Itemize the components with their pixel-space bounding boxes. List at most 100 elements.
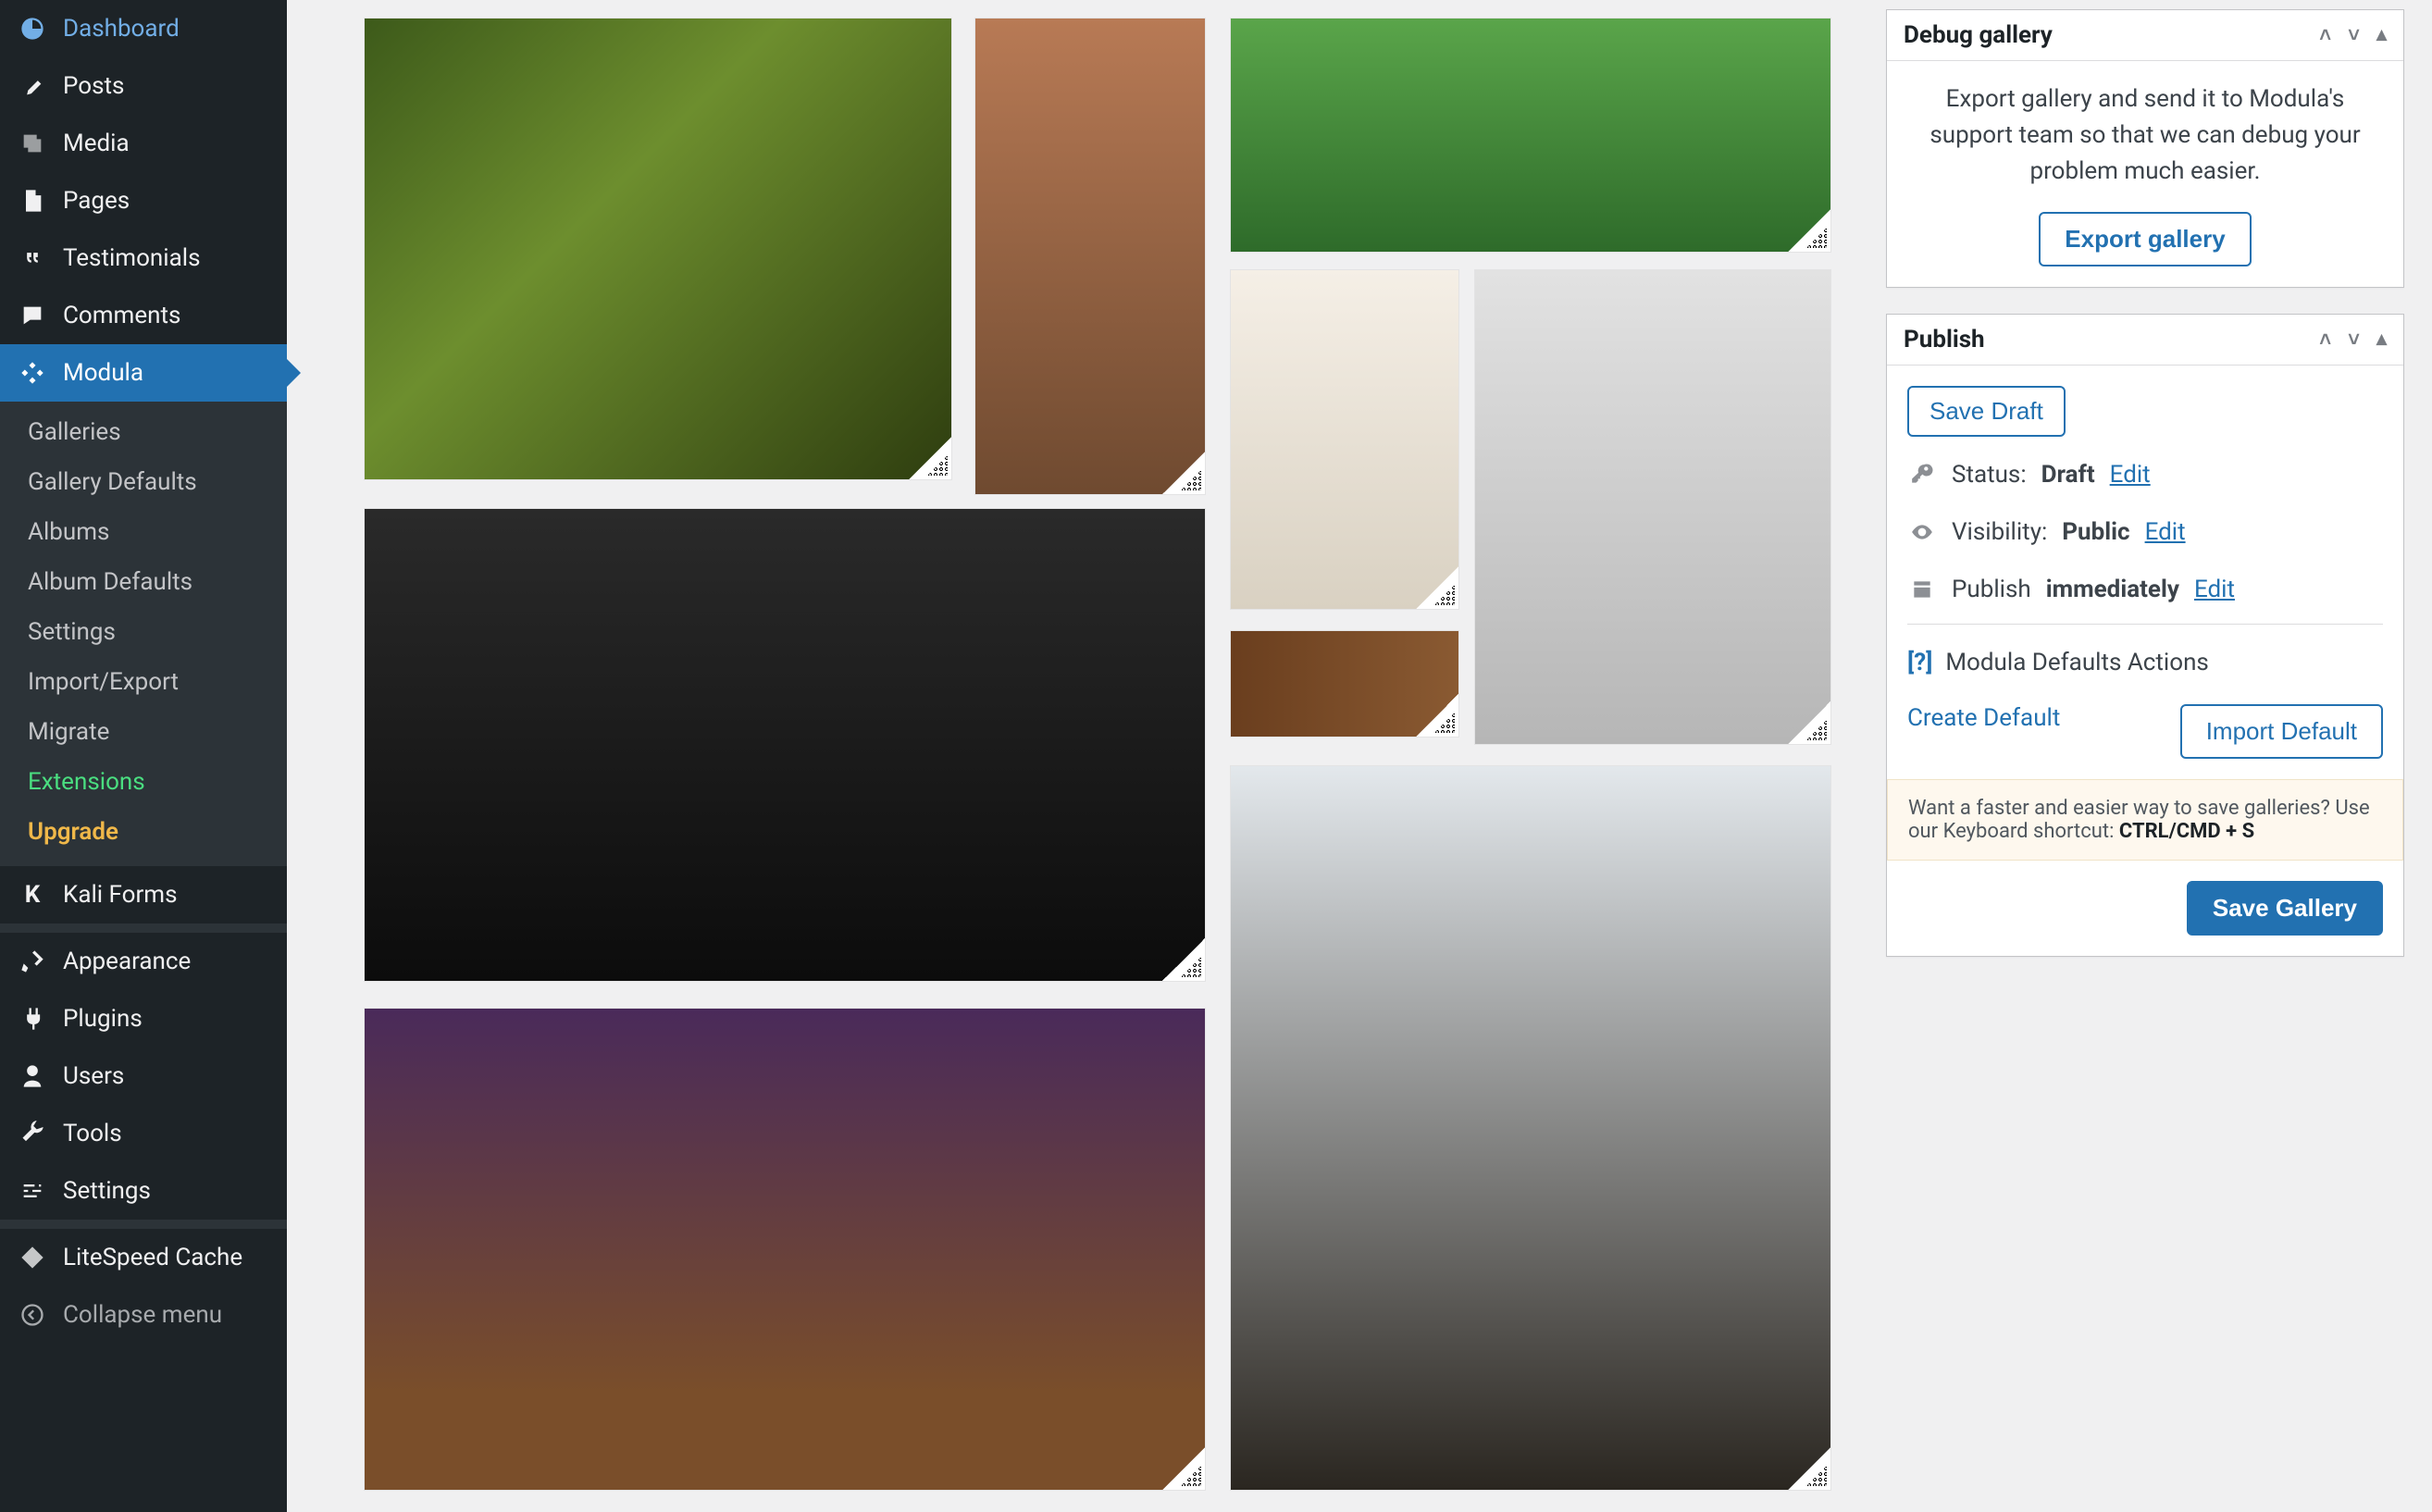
sidebar-label: Pages [63, 187, 130, 215]
media-icon [17, 128, 48, 159]
key-icon [1907, 463, 1937, 487]
publish-title: Publish [1904, 326, 1985, 353]
eye-icon [1907, 520, 1937, 544]
collapse-icon [17, 1299, 48, 1331]
schedule-row: Publish immediately Edit [1907, 561, 2383, 618]
sidebar-item-kali-forms[interactable]: K Kali Forms [0, 866, 287, 923]
status-label: Status: [1952, 461, 2027, 489]
panel-toggle-icon[interactable]: ▴ [2376, 23, 2387, 47]
sidebar-item-plugins[interactable]: Plugins [0, 990, 287, 1047]
sidebar-label: Appearance [63, 948, 191, 975]
panel-move-down-icon[interactable]: ˅ [2348, 328, 2360, 352]
sidebar-item-settings[interactable]: Settings [0, 1162, 287, 1220]
admin-sidebar: Dashboard Posts Media Pages Testimonials… [0, 0, 287, 1512]
visibility-value: Public [2062, 518, 2129, 546]
debug-text: Export gallery and send it to Modula's s… [1907, 81, 2383, 190]
sidebar-label: Testimonials [63, 244, 200, 272]
resize-handle-icon[interactable] [1788, 1447, 1830, 1490]
sidebar-label: Dashboard [63, 15, 180, 43]
panel-move-up-icon[interactable]: ˄ [2319, 23, 2331, 47]
gallery-image[interactable] [1231, 766, 1830, 1490]
defaults-title: Modula Defaults Actions [1945, 649, 2209, 676]
resize-handle-icon[interactable] [1162, 938, 1205, 981]
resize-handle-icon[interactable] [1416, 694, 1458, 737]
gallery-image[interactable] [975, 19, 1205, 494]
sidebar-item-appearance[interactable]: Appearance [0, 933, 287, 990]
submenu-upgrade[interactable]: Upgrade [0, 807, 287, 857]
sidebar-label: Users [63, 1062, 124, 1090]
sidebar-item-users[interactable]: Users [0, 1047, 287, 1105]
submenu-settings[interactable]: Settings [0, 607, 287, 657]
sidebar-submenu: Galleries Gallery Defaults Albums Album … [0, 402, 287, 866]
submenu-album-defaults[interactable]: Album Defaults [0, 557, 287, 607]
gallery-image[interactable] [1231, 270, 1458, 609]
sidebar-item-pages[interactable]: Pages [0, 172, 287, 229]
submenu-gallery-defaults[interactable]: Gallery Defaults [0, 457, 287, 507]
sidebar-collapse[interactable]: Collapse menu [0, 1286, 287, 1344]
sidebar-label: Settings [63, 1177, 151, 1205]
import-default-button[interactable]: Import Default [2180, 704, 2383, 759]
help-icon[interactable]: [?] [1907, 649, 1932, 676]
sidebar-item-modula[interactable]: Modula [0, 344, 287, 402]
gallery-preview [342, 0, 1858, 1512]
gallery-image[interactable] [365, 1009, 1205, 1490]
sidebar-label: Posts [63, 72, 124, 100]
gallery-image[interactable] [365, 509, 1205, 981]
quote-icon [17, 242, 48, 274]
status-edit-link[interactable]: Edit [2110, 461, 2151, 489]
resize-handle-icon[interactable] [1416, 566, 1458, 609]
resize-handle-icon[interactable] [909, 437, 951, 479]
sidebar-item-dashboard[interactable]: Dashboard [0, 0, 287, 57]
gallery-image[interactable] [365, 19, 951, 479]
user-icon [17, 1060, 48, 1092]
sidebar-label: Tools [63, 1120, 122, 1147]
submenu-extensions[interactable]: Extensions [0, 757, 287, 807]
sidebar-label: Modula [63, 359, 143, 387]
sidebar-item-tools[interactable]: Tools [0, 1105, 287, 1162]
sidebar-item-comments[interactable]: Comments [0, 287, 287, 344]
visibility-label: Visibility: [1952, 518, 2047, 546]
resize-handle-icon[interactable] [1162, 1447, 1205, 1490]
shortcut-hint: Want a faster and easier way to save gal… [1887, 779, 2403, 861]
plug-icon [17, 1003, 48, 1035]
brush-icon [17, 946, 48, 977]
hint-shortcut: CTRL/CMD + S [2119, 820, 2254, 843]
sidebar-item-media[interactable]: Media [0, 115, 287, 172]
calendar-icon [1907, 577, 1937, 601]
sliders-icon [17, 1175, 48, 1207]
sidebar-item-litespeed[interactable]: LiteSpeed Cache [0, 1229, 287, 1286]
sidebar-label: LiteSpeed Cache [63, 1244, 242, 1271]
sidebar-item-testimonials[interactable]: Testimonials [0, 229, 287, 287]
gallery-image[interactable] [1475, 270, 1830, 744]
sidebar-label: Collapse menu [63, 1301, 222, 1329]
panel-move-down-icon[interactable]: ˅ [2348, 23, 2360, 47]
k-icon: K [17, 879, 48, 911]
visibility-row: Visibility: Public Edit [1907, 503, 2383, 561]
export-gallery-button[interactable]: Export gallery [2039, 212, 2251, 266]
schedule-value: immediately [2046, 576, 2179, 603]
sidebar-label: Media [63, 130, 130, 157]
save-draft-button[interactable]: Save Draft [1907, 386, 2066, 437]
gallery-image[interactable] [1231, 631, 1458, 737]
submenu-albums[interactable]: Albums [0, 507, 287, 557]
visibility-edit-link[interactable]: Edit [2145, 518, 2186, 546]
gallery-image[interactable] [1231, 19, 1830, 252]
resize-handle-icon[interactable] [1788, 701, 1830, 744]
resize-handle-icon[interactable] [1788, 209, 1830, 252]
sidebar-item-posts[interactable]: Posts [0, 57, 287, 115]
status-value: Draft [2041, 461, 2095, 489]
create-default-link[interactable]: Create Default [1907, 704, 2060, 759]
submenu-import-export[interactable]: Import/Export [0, 657, 287, 707]
submenu-migrate[interactable]: Migrate [0, 707, 287, 757]
panel-move-up-icon[interactable]: ˄ [2319, 328, 2331, 352]
pages-icon [17, 185, 48, 217]
pin-icon [17, 70, 48, 102]
diamond-icon [17, 1242, 48, 1273]
resize-handle-icon[interactable] [1162, 452, 1205, 494]
schedule-edit-link[interactable]: Edit [2194, 576, 2235, 603]
panel-toggle-icon[interactable]: ▴ [2376, 328, 2387, 352]
wrench-icon [17, 1118, 48, 1149]
save-gallery-button[interactable]: Save Gallery [2187, 881, 2383, 936]
debug-title: Debug gallery [1904, 21, 2053, 49]
submenu-galleries[interactable]: Galleries [0, 407, 287, 457]
